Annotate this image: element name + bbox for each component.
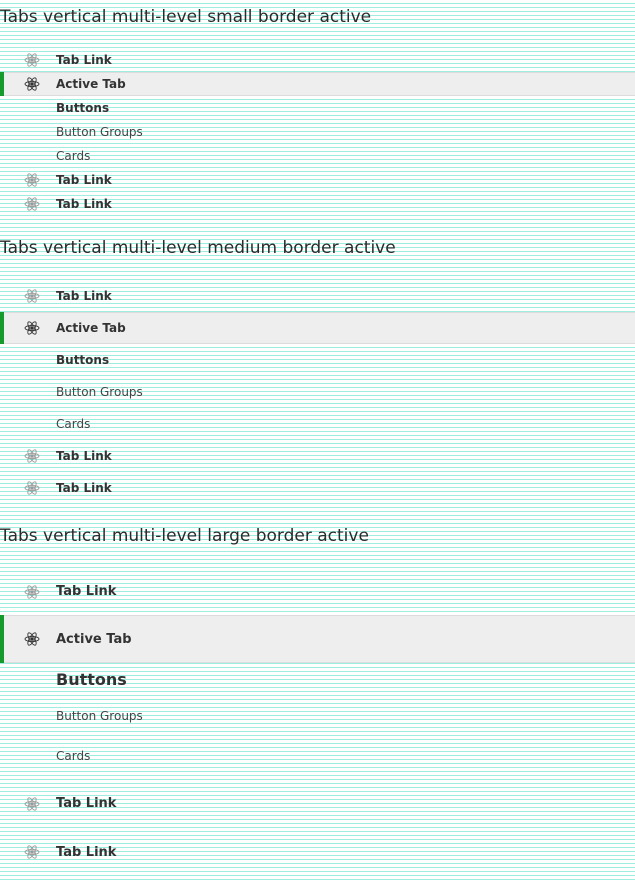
vertical-tabs-large: Tab Link Active Tab Buttons Button Group… — [0, 568, 635, 873]
tab-label: Tab Link — [56, 449, 112, 463]
tab-label: Tab Link — [56, 173, 112, 187]
tab-link[interactable]: Tab Link — [0, 192, 635, 216]
atom-icon — [24, 76, 40, 92]
tab-label: Cards — [56, 417, 91, 431]
tab-link[interactable]: Tab Link — [0, 280, 635, 312]
tab-link[interactable]: Tab Link — [0, 472, 635, 504]
tab-sub-button-groups[interactable]: Button Groups — [0, 696, 635, 736]
vertical-tabs-small: Tab Link Active Tab Buttons Button Group… — [0, 48, 635, 216]
tab-label: Active Tab — [56, 321, 126, 335]
tab-label: Tab Link — [56, 53, 112, 67]
tab-sub-buttons[interactable]: Buttons — [0, 663, 635, 696]
atom-icon — [24, 448, 40, 464]
tab-sub-buttons[interactable]: Buttons — [0, 344, 635, 376]
atom-icon — [24, 172, 40, 188]
atom-icon — [24, 196, 40, 212]
atom-icon — [24, 796, 40, 812]
tab-sub-buttons[interactable]: Buttons — [0, 96, 635, 120]
tab-sub-cards[interactable]: Cards — [0, 144, 635, 168]
tab-link[interactable]: Tab Link — [0, 831, 635, 873]
tab-sub-cards[interactable]: Cards — [0, 408, 635, 440]
tab-active[interactable]: Active Tab — [0, 615, 635, 663]
tab-link[interactable]: Tab Link — [0, 776, 635, 831]
tab-label: Cards — [56, 749, 91, 763]
tab-active[interactable]: Active Tab — [0, 72, 635, 96]
tab-label: Cards — [56, 149, 91, 163]
tab-link[interactable]: Tab Link — [0, 168, 635, 192]
tab-label: Tab Link — [56, 289, 112, 303]
atom-icon — [24, 480, 40, 496]
atom-icon — [24, 52, 40, 68]
tab-label: Tab Link — [56, 844, 117, 860]
tab-link[interactable]: Tab Link — [0, 568, 635, 615]
tab-link[interactable]: Tab Link — [0, 440, 635, 472]
tab-label: Tab Link — [56, 796, 117, 811]
tab-label: Buttons — [56, 101, 110, 115]
tab-sub-button-groups[interactable]: Button Groups — [0, 120, 635, 144]
section-title: Tabs vertical multi-level large border a… — [0, 526, 369, 546]
tab-label: Tab Link — [56, 481, 112, 495]
atom-icon — [24, 631, 40, 647]
atom-icon — [24, 584, 40, 600]
section-title: Tabs vertical multi-level medium border … — [0, 238, 396, 258]
tab-sub-cards[interactable]: Cards — [0, 736, 635, 776]
tab-label: Button Groups — [56, 385, 143, 399]
tab-label: Tab Link — [56, 197, 112, 211]
tab-label: Active Tab — [56, 77, 126, 91]
atom-icon — [24, 288, 40, 304]
tab-link[interactable]: Tab Link — [0, 48, 635, 72]
tab-label: Button Groups — [56, 125, 143, 139]
tab-label: Tab Link — [56, 584, 117, 599]
tab-sub-button-groups[interactable]: Button Groups — [0, 376, 635, 408]
tab-label: Button Groups — [56, 709, 143, 723]
tab-label: Active Tab — [56, 631, 132, 647]
atom-icon — [24, 844, 40, 860]
tab-active[interactable]: Active Tab — [0, 312, 635, 344]
tab-label: Buttons — [56, 353, 110, 367]
tab-label: Buttons — [56, 670, 127, 689]
section-title: Tabs vertical multi-level small border a… — [0, 7, 372, 27]
vertical-tabs-medium: Tab Link Active Tab Buttons Button Group… — [0, 280, 635, 504]
atom-icon — [24, 320, 40, 336]
